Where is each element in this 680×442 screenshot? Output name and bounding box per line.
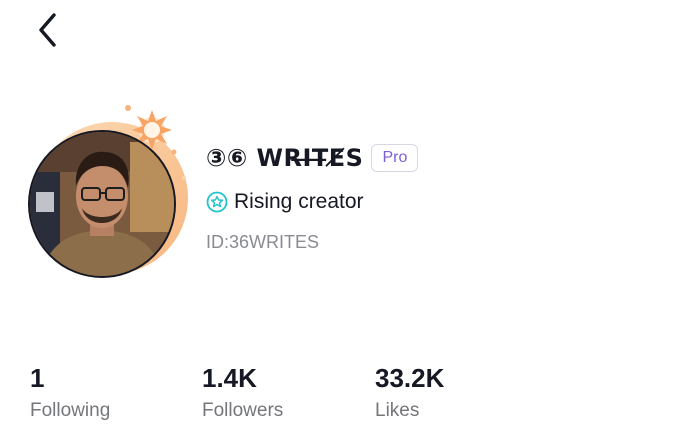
stat-label: Likes xyxy=(375,400,420,421)
user-id: ID:36WRITES xyxy=(206,232,320,252)
display-name: ③⑥ WRI̶T̶E̸S xyxy=(206,144,364,172)
stat-value: 1 xyxy=(30,363,45,393)
star-badge-icon xyxy=(206,191,228,213)
avatar-container[interactable] xyxy=(24,100,194,285)
back-button[interactable] xyxy=(26,8,70,52)
stat-label: Following xyxy=(30,400,111,421)
name-row: ③⑥ WRI̶T̶E̸S Pro xyxy=(206,144,419,172)
profile-screen: ③⑥ WRI̶T̶E̸S Pro Rising creator ID:36WRI… xyxy=(0,0,680,442)
stat-value: 33.2K xyxy=(375,363,445,393)
stat-followers[interactable]: 1.4K Followers xyxy=(202,362,375,422)
stat-label: Followers xyxy=(202,400,284,421)
profile-stats: 1 Following 1.4K Followers 33.2K Likes xyxy=(30,362,444,422)
creator-status[interactable]: Rising creator xyxy=(206,190,418,214)
stat-following[interactable]: 1 Following xyxy=(30,362,202,422)
pro-badge[interactable]: Pro xyxy=(371,144,419,172)
avatar xyxy=(28,130,176,278)
creator-status-label: Rising creator xyxy=(234,190,364,213)
stat-value: 1.4K xyxy=(202,363,257,393)
avatar-photo xyxy=(30,132,174,276)
stat-likes[interactable]: 33.2K Likes xyxy=(375,362,444,422)
profile-info: ③⑥ WRI̶T̶E̸S Pro Rising creator ID:36WRI… xyxy=(206,144,419,253)
chevron-left-icon xyxy=(39,13,56,47)
